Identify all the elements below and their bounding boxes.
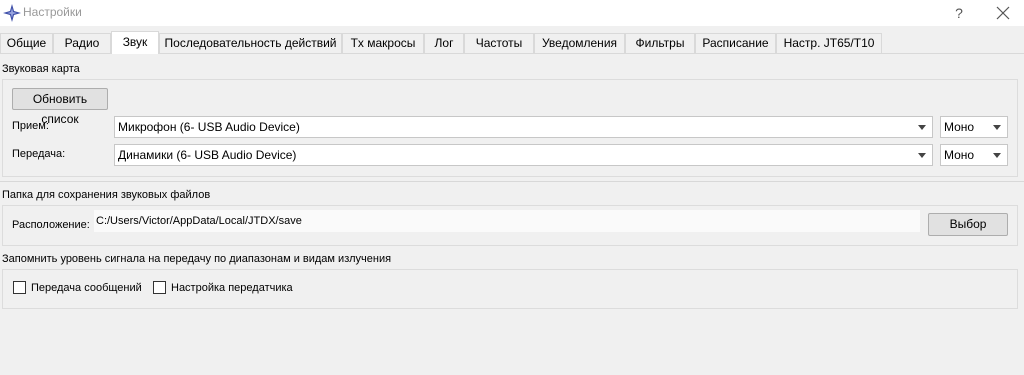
save-folder-section-title: Папка для сохранения звуковых файлов bbox=[2, 189, 211, 201]
window-title: Настройки bbox=[23, 5, 82, 19]
help-button[interactable]: ? bbox=[945, 2, 973, 24]
tune-label: Настройка передатчика bbox=[171, 282, 293, 294]
tx-messages-checkbox[interactable] bbox=[13, 281, 26, 294]
input-label: Прием: bbox=[12, 120, 49, 132]
chevron-down-icon bbox=[918, 125, 926, 130]
tab-jt65-t10-settings[interactable]: Настр. JT65/T10 bbox=[776, 33, 882, 53]
input-device-select[interactable]: Микрофон (6- USB Audio Device) bbox=[114, 116, 933, 138]
close-button[interactable] bbox=[989, 2, 1017, 24]
tab-radio[interactable]: Радио bbox=[53, 33, 111, 53]
tab-sound[interactable]: Звук bbox=[111, 31, 159, 54]
input-channel-select[interactable]: Моно bbox=[940, 116, 1008, 138]
tab-filters[interactable]: Фильтры bbox=[625, 33, 695, 53]
soundcard-section-title: Звуковая карта bbox=[2, 63, 80, 75]
output-device-value: Динамики (6- USB Audio Device) bbox=[118, 148, 297, 162]
title-bar: Настройки ? bbox=[0, 0, 1024, 26]
input-device-value: Микрофон (6- USB Audio Device) bbox=[118, 120, 300, 134]
tab-log[interactable]: Лог bbox=[424, 33, 464, 53]
tune-checkbox[interactable] bbox=[153, 281, 166, 294]
output-channel-select[interactable]: Моно bbox=[940, 144, 1008, 166]
input-channel-value: Моно bbox=[944, 120, 975, 134]
tab-frequencies[interactable]: Частоты bbox=[464, 33, 534, 53]
refresh-list-button[interactable]: Обновить список bbox=[12, 88, 108, 126]
tab-schedule[interactable]: Расписание bbox=[695, 33, 776, 53]
close-icon bbox=[996, 6, 1010, 20]
section-divider bbox=[0, 181, 1024, 182]
tx-messages-label: Передача сообщений bbox=[31, 282, 142, 294]
browse-button[interactable]: Выбор bbox=[928, 213, 1008, 236]
tab-bar: Общие Радио Звук Последовательность дейс… bbox=[0, 31, 1024, 54]
chevron-down-icon bbox=[918, 153, 926, 158]
location-label: Расположение: bbox=[12, 219, 90, 231]
output-channel-value: Моно bbox=[944, 148, 975, 162]
save-path-field[interactable]: C:/Users/Victor/AppData/Local/JTDX/save bbox=[94, 210, 920, 232]
tab-tx-macros[interactable]: Tx макросы bbox=[342, 33, 424, 53]
tab-notifications[interactable]: Уведомления bbox=[534, 33, 625, 53]
chevron-down-icon bbox=[993, 153, 1001, 158]
chevron-down-icon bbox=[993, 125, 1001, 130]
tab-general[interactable]: Общие bbox=[0, 33, 53, 53]
remember-levels-section-title: Запомнить уровень сигнала на передачу по… bbox=[2, 253, 392, 265]
compass-star-icon bbox=[3, 4, 21, 22]
output-label: Передача: bbox=[12, 148, 66, 160]
tab-sequence[interactable]: Последовательность действий bbox=[159, 33, 342, 53]
output-device-select[interactable]: Динамики (6- USB Audio Device) bbox=[114, 144, 933, 166]
